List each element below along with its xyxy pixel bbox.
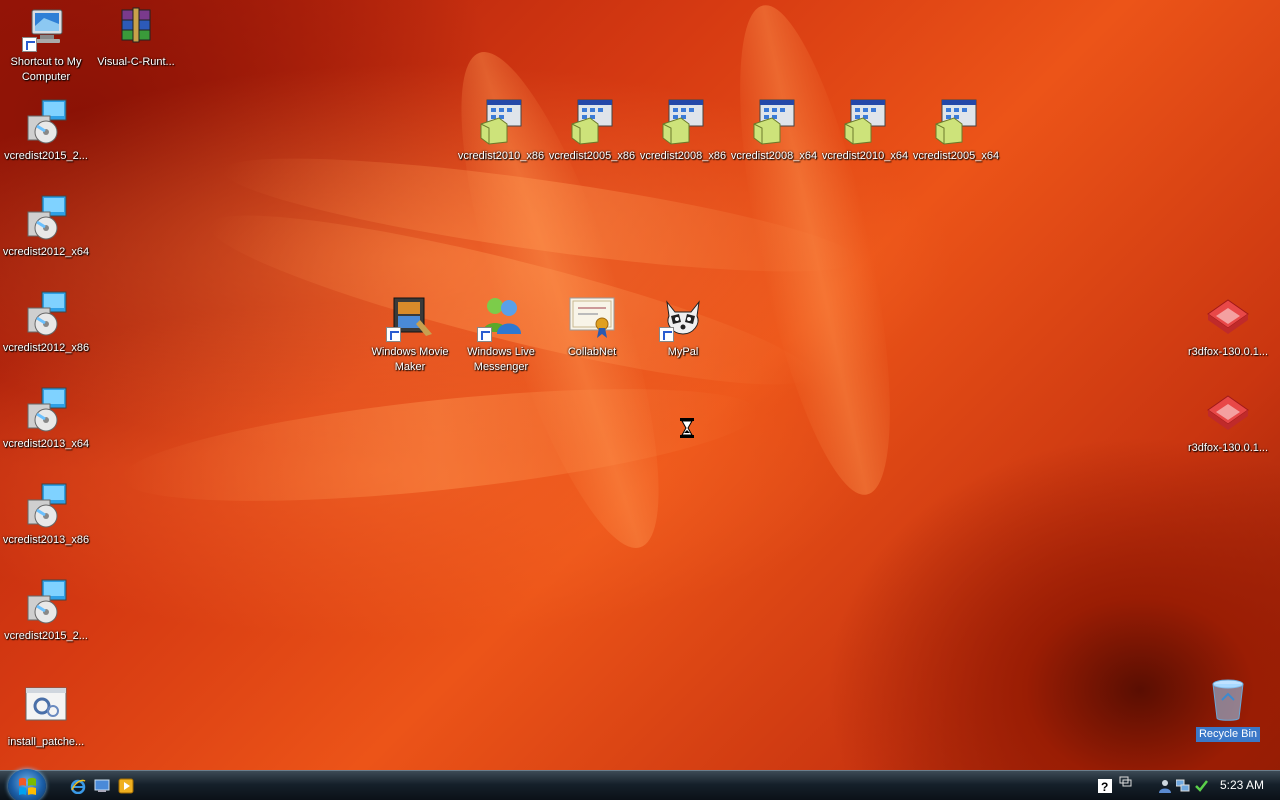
desktop[interactable]: Shortcut to My Computer Visual-C-Runt... bbox=[0, 0, 1280, 770]
shortcut-arrow-icon bbox=[477, 327, 492, 342]
desktop-icon-windows-movie-maker[interactable]: Windows Movie Maker bbox=[364, 294, 456, 375]
icon-label: Windows Movie Maker bbox=[371, 346, 449, 373]
icon-label: vcredist2005_x86 bbox=[548, 150, 636, 162]
icon-label: vcredist2013_x64 bbox=[2, 438, 90, 450]
desktop-icon-visual-c-runtime[interactable]: Visual-C-Runt... bbox=[90, 4, 182, 70]
desktop-icon-vcredist2008-x64[interactable]: vcredist2008_x64 bbox=[728, 98, 820, 164]
user-accounts-icon[interactable] bbox=[1158, 779, 1172, 793]
icon-label: CollabNet bbox=[567, 346, 617, 358]
icon-label: vcredist2015_2... bbox=[4, 630, 88, 642]
shortcut-arrow-icon bbox=[386, 327, 401, 342]
icon-label: Windows Live Messenger bbox=[467, 346, 535, 373]
setup-program-icon bbox=[841, 98, 889, 146]
help-icon[interactable]: ? bbox=[1098, 779, 1112, 794]
show-desktop-icon[interactable] bbox=[94, 778, 110, 794]
clock[interactable]: 5:23 AM bbox=[1220, 778, 1264, 792]
batch-file-icon bbox=[22, 684, 70, 732]
desktop-icon-vcredist2012-x86[interactable]: vcredist2012_x86 bbox=[0, 290, 92, 356]
r3dfox-installer-icon bbox=[1204, 294, 1252, 342]
desktop-icon-vcredist2005-x86[interactable]: vcredist2005_x86 bbox=[546, 98, 638, 164]
icon-label: Recycle Bin bbox=[1195, 727, 1261, 742]
desktop-icon-r3dfox-b[interactable]: r3dfox-130.0.1... bbox=[1182, 390, 1274, 456]
taskbar: ? 5:23 AM bbox=[0, 769, 1280, 800]
icon-label: MyPal bbox=[667, 346, 699, 358]
internet-explorer-icon[interactable] bbox=[70, 778, 86, 795]
installer-icon bbox=[22, 290, 70, 338]
shortcut-arrow-icon bbox=[22, 37, 37, 52]
desktop-icon-recycle-bin[interactable]: Recycle Bin bbox=[1182, 676, 1274, 742]
network-icon[interactable] bbox=[1175, 779, 1190, 793]
desktop-icon-vcredist2013-x64[interactable]: vcredist2013_x64 bbox=[0, 386, 92, 452]
installer-icon bbox=[22, 386, 70, 434]
desktop-icon-vcredist2015-a[interactable]: vcredist2015_2... bbox=[0, 98, 92, 164]
icon-label: vcredist2010_x64 bbox=[821, 150, 909, 162]
shortcut-arrow-icon bbox=[659, 327, 674, 342]
installer-icon bbox=[22, 578, 70, 626]
icon-label: vcredist2012_x64 bbox=[2, 246, 90, 258]
hourglass-cursor-icon bbox=[680, 418, 694, 438]
recycle-bin-icon bbox=[1204, 676, 1252, 724]
messenger-icon bbox=[477, 294, 525, 342]
icon-label: vcredist2012_x86 bbox=[2, 342, 90, 354]
desktop-icon-vcredist2010-x86[interactable]: vcredist2010_x86 bbox=[455, 98, 547, 164]
winrar-archive-icon bbox=[112, 4, 160, 52]
security-check-icon[interactable] bbox=[1194, 779, 1208, 793]
safely-remove-icon[interactable] bbox=[1118, 775, 1132, 789]
desktop-icon-vcredist2013-x86[interactable]: vcredist2013_x86 bbox=[0, 482, 92, 548]
computer-icon bbox=[22, 4, 70, 52]
svg-text:?: ? bbox=[1101, 780, 1108, 793]
desktop-icon-mypal[interactable]: MyPal bbox=[637, 294, 729, 360]
installer-icon bbox=[22, 482, 70, 530]
icon-label: vcredist2008_x86 bbox=[639, 150, 727, 162]
icon-label: r3dfox-130.0.1... bbox=[1187, 442, 1269, 454]
icon-label: vcredist2008_x64 bbox=[730, 150, 818, 162]
desktop-icon-my-computer[interactable]: Shortcut to My Computer bbox=[0, 4, 92, 85]
setup-program-icon bbox=[750, 98, 798, 146]
desktop-icon-vcredist2005-x64[interactable]: vcredist2005_x64 bbox=[910, 98, 1002, 164]
setup-program-icon bbox=[659, 98, 707, 146]
wallpaper-petal bbox=[117, 366, 763, 524]
windows-logo-icon bbox=[19, 777, 36, 795]
setup-program-icon bbox=[568, 98, 616, 146]
icon-label: vcredist2010_x86 bbox=[457, 150, 545, 162]
desktop-icon-r3dfox-a[interactable]: r3dfox-130.0.1... bbox=[1182, 294, 1274, 360]
icon-label: vcredist2005_x64 bbox=[912, 150, 1000, 162]
installer-icon bbox=[22, 194, 70, 242]
icon-label: Visual-C-Runt... bbox=[97, 56, 175, 68]
icon-label: install_patche... bbox=[7, 736, 85, 748]
icon-label: Shortcut to My Computer bbox=[10, 56, 82, 83]
movie-maker-icon bbox=[386, 294, 434, 342]
desktop-icon-vcredist2008-x86[interactable]: vcredist2008_x86 bbox=[637, 98, 729, 164]
desktop-icon-vcredist2015-b[interactable]: vcredist2015_2... bbox=[0, 578, 92, 644]
setup-program-icon bbox=[932, 98, 980, 146]
start-button[interactable] bbox=[8, 769, 46, 800]
system-tray: ? 5:23 AM bbox=[1080, 771, 1280, 800]
icon-label: vcredist2013_x86 bbox=[2, 534, 90, 546]
media-player-icon[interactable] bbox=[118, 778, 134, 794]
desktop-icon-vcredist2012-x64[interactable]: vcredist2012_x64 bbox=[0, 194, 92, 260]
desktop-icon-collabnet[interactable]: CollabNet bbox=[546, 294, 638, 360]
installer-icon bbox=[22, 98, 70, 146]
setup-program-icon bbox=[477, 98, 525, 146]
certificate-icon bbox=[568, 294, 616, 342]
icon-label: vcredist2015_2... bbox=[4, 150, 88, 162]
r3dfox-installer-icon bbox=[1204, 390, 1252, 438]
icon-label: r3dfox-130.0.1... bbox=[1187, 346, 1269, 358]
desktop-icon-vcredist2010-x64[interactable]: vcredist2010_x64 bbox=[819, 98, 911, 164]
mypal-raccoon-icon bbox=[659, 294, 707, 342]
desktop-icon-install-patches[interactable]: install_patche... bbox=[0, 684, 92, 750]
desktop-icon-windows-live-messenger[interactable]: Windows Live Messenger bbox=[455, 294, 547, 375]
